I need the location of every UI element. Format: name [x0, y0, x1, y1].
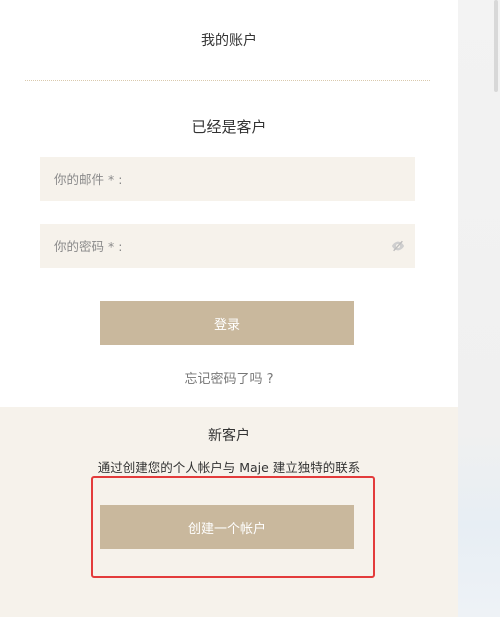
account-panel: 我的账户 已经是客户 登录 忘记密码了吗 ? 新客户 通过创建您的个人帐户与 M…: [0, 0, 458, 617]
eye-off-icon[interactable]: [391, 239, 405, 253]
divider: [25, 80, 430, 81]
email-input[interactable]: [40, 157, 415, 201]
scrollbar-thumb[interactable]: [494, 0, 498, 92]
email-field[interactable]: [40, 157, 415, 201]
password-field[interactable]: [40, 224, 415, 268]
new-customer-description: 通过创建您的个人帐户与 Maje 建立独特的联系: [97, 460, 361, 475]
forgot-password-link[interactable]: 忘记密码了吗 ?: [0, 368, 458, 387]
page-title: 我的账户: [201, 33, 257, 49]
password-input[interactable]: [40, 224, 415, 268]
create-account-button[interactable]: 创建一个帐户: [100, 505, 354, 549]
background-strip: [458, 0, 500, 617]
login-button[interactable]: 登录: [100, 301, 354, 345]
login-section-title: 已经是客户: [191, 118, 267, 136]
new-customer-section: 新客户 通过创建您的个人帐户与 Maje 建立独特的联系 创建一个帐户: [0, 407, 458, 617]
new-customer-title: 新客户: [208, 428, 250, 444]
